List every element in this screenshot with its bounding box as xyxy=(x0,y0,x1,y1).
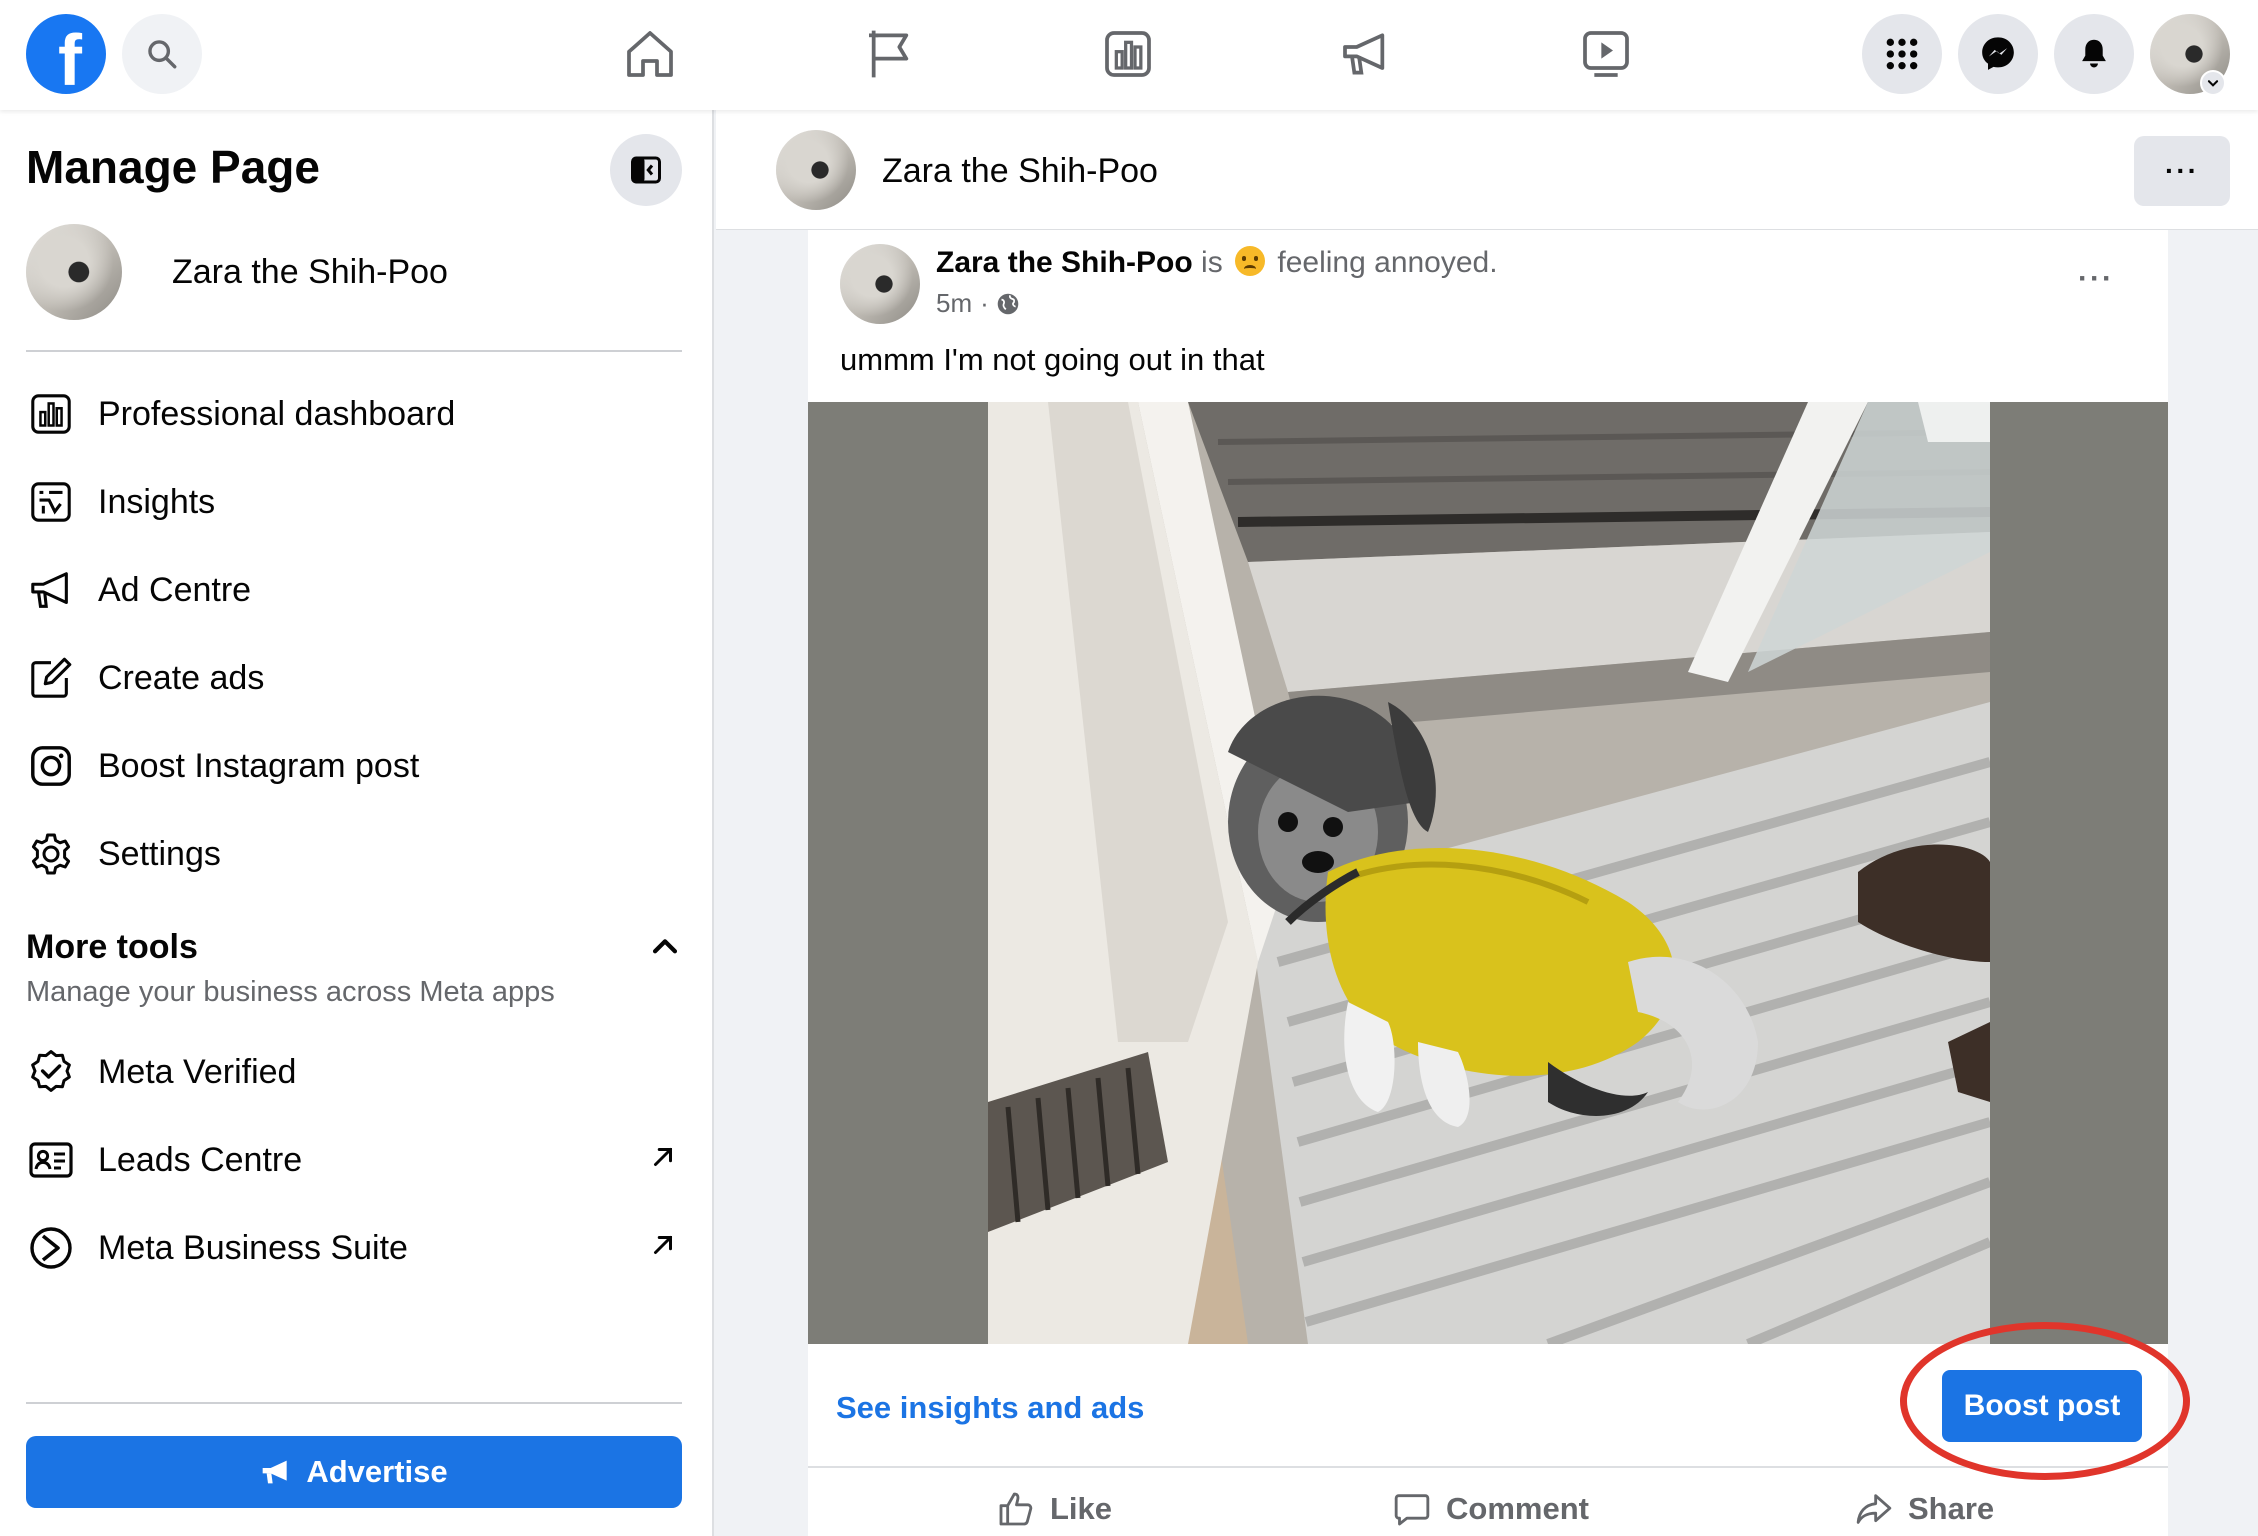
post-meta: 5m · xyxy=(936,288,1021,319)
insights-icon xyxy=(26,477,76,527)
gear-icon xyxy=(26,829,76,879)
page-header: Zara the Shih-Poo ··· xyxy=(716,110,2258,230)
search-icon xyxy=(148,40,177,69)
messenger-icon xyxy=(1982,37,2014,70)
external-link-icon xyxy=(654,1148,672,1166)
instagram-icon xyxy=(26,741,76,791)
advertise-button[interactable]: Advertise xyxy=(26,1436,682,1508)
sidebar-item-label: Boost Instagram post xyxy=(98,746,420,785)
messenger-button[interactable] xyxy=(1958,14,2038,94)
home-icon xyxy=(627,31,673,77)
sidebar-item-meta-verified[interactable]: Meta Verified xyxy=(26,1036,682,1108)
notifications-bell-icon xyxy=(2082,39,2106,68)
sidebar-item-create-ads[interactable]: Create ads xyxy=(26,642,682,714)
comment-bubble-icon xyxy=(1394,1494,1430,1526)
post-text: ummm I'm not going out in that xyxy=(840,342,1265,377)
sidebar-title: Manage Page xyxy=(26,141,320,193)
more-tools-heading: More tools xyxy=(26,928,198,966)
page-more-button[interactable]: ··· xyxy=(2134,136,2230,206)
page-avatar xyxy=(26,224,122,320)
like-label: Like xyxy=(1050,1491,1113,1526)
dog-in-raincoat-photo xyxy=(988,402,1990,1344)
sidebar-item-label: Insights xyxy=(98,482,216,521)
public-globe-icon[interactable] xyxy=(995,291,1021,317)
comment-label: Comment xyxy=(1446,1491,1589,1526)
sidebar-item-boost-instagram-post[interactable]: Boost Instagram post xyxy=(26,730,682,802)
collapse-sidebar-button[interactable] xyxy=(610,134,682,206)
pages-tab[interactable] xyxy=(858,22,922,86)
post-is: is xyxy=(1201,246,1223,279)
video-icon xyxy=(1583,31,1629,77)
sidebar-item-ad-centre[interactable]: Ad Centre xyxy=(26,554,682,626)
menu-grid-icon xyxy=(1886,38,1918,70)
external-link-icon xyxy=(654,1236,672,1254)
sidebar-item-label: Settings xyxy=(98,834,221,873)
thumbs-up-icon xyxy=(999,1492,1033,1526)
meta-separator: · xyxy=(980,288,989,318)
edit-icon xyxy=(26,653,76,703)
dashboard-tab[interactable] xyxy=(1096,22,1160,86)
share-label: Share xyxy=(1908,1491,1995,1526)
sidebar-item-label: Meta Business Suite xyxy=(98,1228,408,1267)
search-button[interactable] xyxy=(122,14,202,94)
post-author-avatar[interactable] xyxy=(840,244,920,324)
sidebar-item-meta-business-suite[interactable]: Meta Business Suite xyxy=(26,1212,682,1284)
boost-post-highlight-annotation xyxy=(1900,1322,2190,1480)
sidebar-item-professional-dashboard[interactable]: Professional dashboard xyxy=(26,378,682,450)
sidebar-item-label: Create ads xyxy=(98,658,265,697)
page-avatar[interactable] xyxy=(776,130,856,210)
chevron-down-icon[interactable] xyxy=(2200,70,2226,96)
advertise-label: Advertise xyxy=(306,1454,448,1489)
divider xyxy=(26,350,682,352)
dashboard-icon xyxy=(1105,31,1151,77)
sidebar-item-label: Meta Verified xyxy=(98,1052,297,1091)
top-navigation-bar: f xyxy=(0,0,2258,110)
comment-button[interactable]: Comment xyxy=(1392,1484,1589,1534)
post-headline: Zara the Shih-Poo is feeling annoyed. xyxy=(936,246,1498,280)
share-arrow-icon xyxy=(1856,1494,1892,1524)
manage-page-sidebar: Manage Page Zara the Shih-Poo Profession… xyxy=(0,110,714,1536)
sidebar-item-leads-centre[interactable]: Leads Centre xyxy=(26,1124,682,1196)
sidebar-item-label: Leads Centre xyxy=(98,1140,303,1179)
more-dots-icon: ··· xyxy=(2165,155,2199,186)
annoyed-emoji-icon xyxy=(1235,246,1266,276)
post-photo[interactable] xyxy=(808,402,2168,1344)
page-profile-row[interactable]: Zara the Shih-Poo xyxy=(26,224,448,320)
divider xyxy=(26,1402,682,1404)
sidebar-item-insights[interactable]: Insights xyxy=(26,466,682,538)
panel-toggle-icon xyxy=(631,156,661,184)
megaphone-icon xyxy=(263,1460,288,1484)
facebook-logo[interactable]: f xyxy=(26,14,106,97)
business-suite-icon xyxy=(26,1223,76,1273)
verified-badge-icon xyxy=(26,1047,76,1097)
leads-card-icon xyxy=(26,1135,76,1185)
menu-button[interactable] xyxy=(1862,14,1942,94)
post-timestamp[interactable]: 5m xyxy=(936,288,972,319)
share-button[interactable]: Share xyxy=(1854,1484,1994,1534)
page-name: Zara the Shih-Poo xyxy=(172,252,448,291)
see-insights-and-ads-link[interactable]: See insights and ads xyxy=(836,1390,1144,1426)
pages-flag-icon xyxy=(869,30,909,78)
sidebar-item-label: Professional dashboard xyxy=(98,394,456,433)
like-button[interactable]: Like xyxy=(996,1484,1112,1534)
megaphone-icon xyxy=(26,565,76,615)
page-title[interactable]: Zara the Shih-Poo xyxy=(882,152,1158,191)
chevron-up-icon[interactable] xyxy=(648,930,682,964)
sidebar-item-label: Ad Centre xyxy=(98,570,252,609)
dashboard-icon xyxy=(26,389,76,439)
notifications-button[interactable] xyxy=(2054,14,2134,94)
sidebar-item-settings[interactable]: Settings xyxy=(26,818,682,890)
post-feeling: feeling annoyed. xyxy=(1277,246,1498,279)
more-tools-subtitle: Manage your business across Meta apps xyxy=(26,976,555,1008)
post-author-name[interactable]: Zara the Shih-Poo xyxy=(936,246,1193,279)
post-more-button[interactable]: ··· xyxy=(2078,262,2114,296)
video-tab[interactable] xyxy=(1574,22,1638,86)
home-tab[interactable] xyxy=(618,22,682,86)
ad-centre-megaphone-icon xyxy=(1343,33,1385,75)
ad-centre-tab[interactable] xyxy=(1334,22,1398,86)
